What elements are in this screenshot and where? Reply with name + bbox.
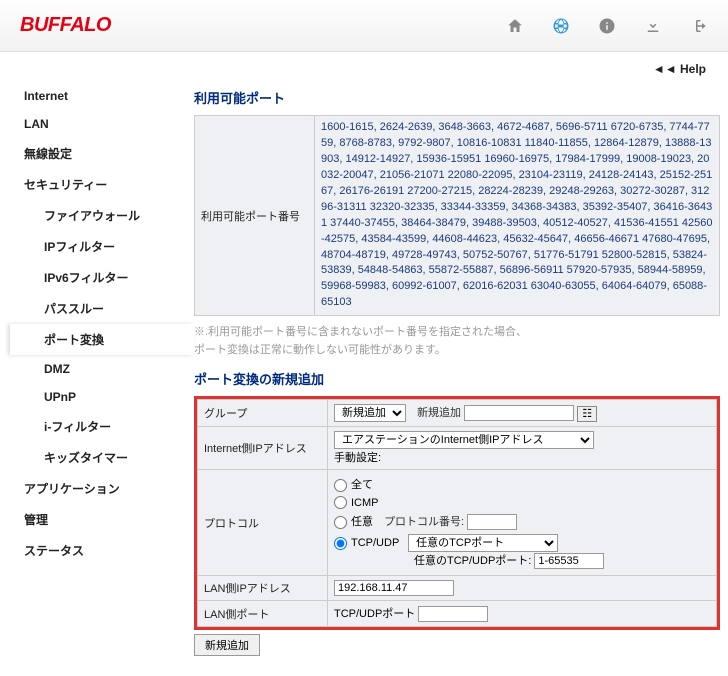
sidebar-nav: Internet LAN 無線設定 セキュリティー ファイアウォール IPフィル…: [0, 82, 194, 676]
nav-application[interactable]: アプリケーション: [10, 473, 194, 504]
tcp-range-label: 任意のTCP/UDPポート:: [414, 555, 531, 567]
main-content: 利用可能ポート 利用可能ポート番号 1600-1615, 2624-2639, …: [194, 82, 728, 676]
group-new-label: 新規追加: [417, 407, 461, 419]
group-select[interactable]: 新規追加: [334, 404, 406, 422]
note-text: ※.利用可能ポート番号に含まれないポート番号を指定された場合、 ポート変換は正常…: [194, 324, 720, 359]
ports-header-cell: 利用可能ポート番号: [195, 116, 315, 316]
nav-passthrough[interactable]: パススルー: [10, 293, 194, 324]
nav-internet[interactable]: Internet: [10, 82, 194, 110]
help-link[interactable]: ◄◄ Help: [0, 52, 728, 82]
lan-port-label: LAN側ポート: [198, 601, 328, 627]
calendar-icon[interactable]: ☷: [577, 406, 597, 422]
available-ports-table: 利用可能ポート番号 1600-1615, 2624-2639, 3648-366…: [194, 115, 720, 316]
wan-ip-select[interactable]: エアステーションのInternet側IPアドレス: [334, 431, 594, 449]
nav-upnp[interactable]: UPnP: [10, 383, 194, 411]
wan-ip-manual-label: 手動設定:: [334, 452, 381, 464]
lan-port-prefix: TCP/UDPポート: [334, 608, 415, 620]
group-label: グループ: [198, 400, 328, 427]
nav-dmz[interactable]: DMZ: [10, 355, 194, 383]
nav-portforward[interactable]: ポート変換: [10, 324, 194, 355]
proto-num-label: プロトコル番号:: [384, 516, 464, 528]
nav-ipfilter[interactable]: IPフィルター: [10, 231, 194, 262]
proto-tcpudp-radio[interactable]: TCP/UDP: [334, 537, 399, 549]
nav-admin[interactable]: 管理: [10, 504, 194, 535]
proto-any-radio[interactable]: 任意: [334, 516, 373, 528]
nav-ifilter[interactable]: i-フィルター: [10, 411, 194, 442]
proto-icmp-radio[interactable]: ICMP: [334, 497, 379, 509]
nav-firewall[interactable]: ファイアウォール: [10, 200, 194, 231]
group-name-input[interactable]: [464, 405, 574, 421]
wan-ip-label: Internet側IPアドレス: [198, 427, 328, 470]
nav-wireless[interactable]: 無線設定: [10, 138, 194, 169]
nav-ipv6filter[interactable]: IPv6フィルター: [10, 262, 194, 293]
brand-logo: BUFFALO: [20, 14, 111, 37]
port-forward-form: グループ 新規追加 新規追加 ☷ Internet側IPアドレス エアステーショ…: [194, 396, 720, 630]
tcp-range-input[interactable]: [534, 553, 604, 569]
protocol-label: プロトコル: [198, 470, 328, 576]
nav-lan[interactable]: LAN: [10, 110, 194, 138]
info-icon[interactable]: [598, 17, 616, 35]
nav-status[interactable]: ステータス: [10, 535, 194, 566]
download-icon[interactable]: [644, 17, 662, 35]
proto-num-input[interactable]: [467, 514, 517, 530]
note-line2: ポート変換は正常に動作しない可能性があります。: [194, 344, 446, 356]
home-icon[interactable]: [506, 17, 524, 35]
form-title: ポート変換の新規追加: [194, 369, 720, 388]
globe-icon[interactable]: [552, 17, 570, 35]
available-ports-title: 利用可能ポート: [194, 88, 720, 107]
nav-kidstimer[interactable]: キッズタイマー: [10, 442, 194, 473]
nav-security[interactable]: セキュリティー: [10, 169, 194, 200]
header-icon-bar: [506, 17, 708, 35]
lan-ip-input[interactable]: [334, 580, 454, 596]
lan-port-input[interactable]: [418, 606, 488, 622]
note-line1: ※.利用可能ポート番号に含まれないポート番号を指定された場合、: [194, 326, 527, 338]
lan-ip-label: LAN側IPアドレス: [198, 576, 328, 601]
proto-all-radio[interactable]: 全て: [334, 479, 373, 491]
ports-list-cell: 1600-1615, 2624-2639, 3648-3663, 4672-46…: [315, 116, 720, 316]
tcp-port-select[interactable]: 任意のTCPポート: [408, 534, 558, 552]
logout-icon[interactable]: [690, 17, 708, 35]
app-header: BUFFALO: [0, 0, 728, 52]
submit-button[interactable]: 新規追加: [194, 634, 260, 656]
